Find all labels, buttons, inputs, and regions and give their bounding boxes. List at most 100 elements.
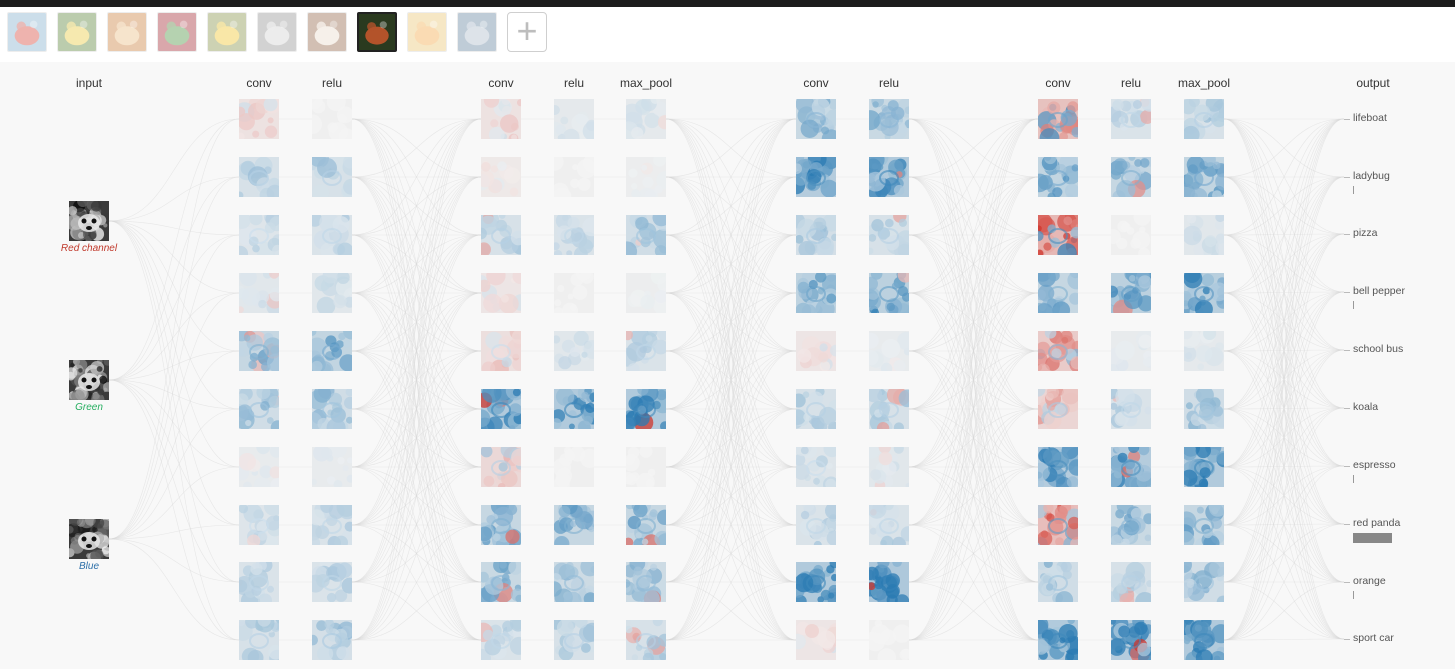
activation-map[interactable] — [869, 447, 909, 487]
activation-map[interactable] — [239, 273, 279, 313]
activation-map[interactable] — [796, 389, 836, 429]
activation-map[interactable] — [869, 389, 909, 429]
activation-map[interactable] — [1038, 389, 1078, 429]
activation-map[interactable] — [481, 273, 521, 313]
thumbnail-pizza[interactable] — [107, 12, 147, 52]
activation-map[interactable] — [1038, 157, 1078, 197]
activation-map[interactable] — [796, 447, 836, 487]
activation-map[interactable] — [1111, 215, 1151, 255]
thumbnail-lifeboat[interactable] — [7, 12, 47, 52]
activation-map[interactable] — [1111, 620, 1151, 660]
activation-map[interactable] — [1038, 99, 1078, 139]
activation-map[interactable] — [1184, 157, 1224, 197]
activation-map[interactable] — [626, 331, 666, 371]
activation-map[interactable] — [796, 99, 836, 139]
activation-map[interactable] — [554, 99, 594, 139]
activation-map[interactable] — [1038, 215, 1078, 255]
activation-map[interactable] — [481, 447, 521, 487]
activation-map[interactable] — [869, 505, 909, 545]
activation-map[interactable] — [626, 505, 666, 545]
activation-map[interactable] — [481, 99, 521, 139]
activation-map[interactable] — [869, 273, 909, 313]
activation-map[interactable] — [869, 331, 909, 371]
activation-map[interactable] — [312, 331, 352, 371]
thumbnail-school-bus[interactable] — [207, 12, 247, 52]
activation-map[interactable] — [1184, 273, 1224, 313]
activation-map[interactable] — [312, 447, 352, 487]
activation-map[interactable] — [1038, 562, 1078, 602]
thumbnail-orange[interactable] — [407, 12, 447, 52]
activation-map[interactable] — [312, 389, 352, 429]
thumbnail-red-panda[interactable] — [357, 12, 397, 52]
thumbnail-sport-car[interactable] — [457, 12, 497, 52]
activation-map[interactable] — [1184, 99, 1224, 139]
activation-map[interactable] — [312, 215, 352, 255]
activation-map[interactable] — [239, 562, 279, 602]
activation-map[interactable] — [312, 273, 352, 313]
activation-map[interactable] — [869, 157, 909, 197]
activation-map[interactable] — [1038, 505, 1078, 545]
activation-map[interactable] — [1184, 215, 1224, 255]
activation-map[interactable] — [796, 562, 836, 602]
activation-map[interactable] — [1111, 562, 1151, 602]
activation-map[interactable] — [796, 505, 836, 545]
activation-map[interactable] — [869, 215, 909, 255]
thumbnail-espresso[interactable] — [307, 12, 347, 52]
activation-map[interactable] — [481, 562, 521, 602]
activation-map[interactable] — [626, 99, 666, 139]
activation-map[interactable] — [312, 99, 352, 139]
activation-map[interactable] — [481, 331, 521, 371]
activation-map[interactable] — [554, 389, 594, 429]
activation-map[interactable] — [1184, 505, 1224, 545]
add-image-button[interactable]: + — [507, 12, 547, 52]
activation-map[interactable] — [626, 157, 666, 197]
activation-map[interactable] — [481, 215, 521, 255]
thumbnail-koala[interactable] — [257, 12, 297, 52]
activation-map[interactable] — [626, 447, 666, 487]
activation-map[interactable] — [1038, 273, 1078, 313]
activation-map[interactable] — [239, 215, 279, 255]
activation-map[interactable] — [1184, 389, 1224, 429]
activation-map[interactable] — [1111, 331, 1151, 371]
thumbnail-ladybug[interactable] — [57, 12, 97, 52]
activation-map[interactable] — [312, 157, 352, 197]
activation-map[interactable] — [1038, 331, 1078, 371]
activation-map[interactable] — [239, 389, 279, 429]
activation-map[interactable] — [1184, 620, 1224, 660]
activation-map[interactable] — [1184, 331, 1224, 371]
activation-map[interactable] — [554, 447, 594, 487]
activation-map[interactable] — [481, 157, 521, 197]
activation-map[interactable] — [796, 331, 836, 371]
activation-map[interactable] — [312, 562, 352, 602]
activation-map[interactable] — [239, 505, 279, 545]
input-channel-image[interactable] — [69, 201, 109, 241]
activation-map[interactable] — [554, 157, 594, 197]
activation-map[interactable] — [554, 562, 594, 602]
activation-map[interactable] — [239, 157, 279, 197]
activation-map[interactable] — [554, 273, 594, 313]
activation-map[interactable] — [796, 620, 836, 660]
activation-map[interactable] — [1038, 447, 1078, 487]
activation-map[interactable] — [1111, 447, 1151, 487]
activation-map[interactable] — [626, 273, 666, 313]
activation-map[interactable] — [796, 215, 836, 255]
activation-map[interactable] — [796, 157, 836, 197]
activation-map[interactable] — [239, 620, 279, 660]
activation-map[interactable] — [1184, 447, 1224, 487]
activation-map[interactable] — [481, 389, 521, 429]
activation-map[interactable] — [239, 99, 279, 139]
activation-map[interactable] — [481, 620, 521, 660]
activation-map[interactable] — [554, 215, 594, 255]
activation-map[interactable] — [481, 505, 521, 545]
activation-map[interactable] — [554, 505, 594, 545]
activation-map[interactable] — [239, 331, 279, 371]
activation-map[interactable] — [1184, 562, 1224, 602]
activation-map[interactable] — [554, 331, 594, 371]
activation-map[interactable] — [1111, 157, 1151, 197]
activation-map[interactable] — [554, 620, 594, 660]
activation-map[interactable] — [796, 273, 836, 313]
activation-map[interactable] — [312, 505, 352, 545]
activation-map[interactable] — [626, 389, 666, 429]
activation-map[interactable] — [1111, 389, 1151, 429]
activation-map[interactable] — [626, 215, 666, 255]
